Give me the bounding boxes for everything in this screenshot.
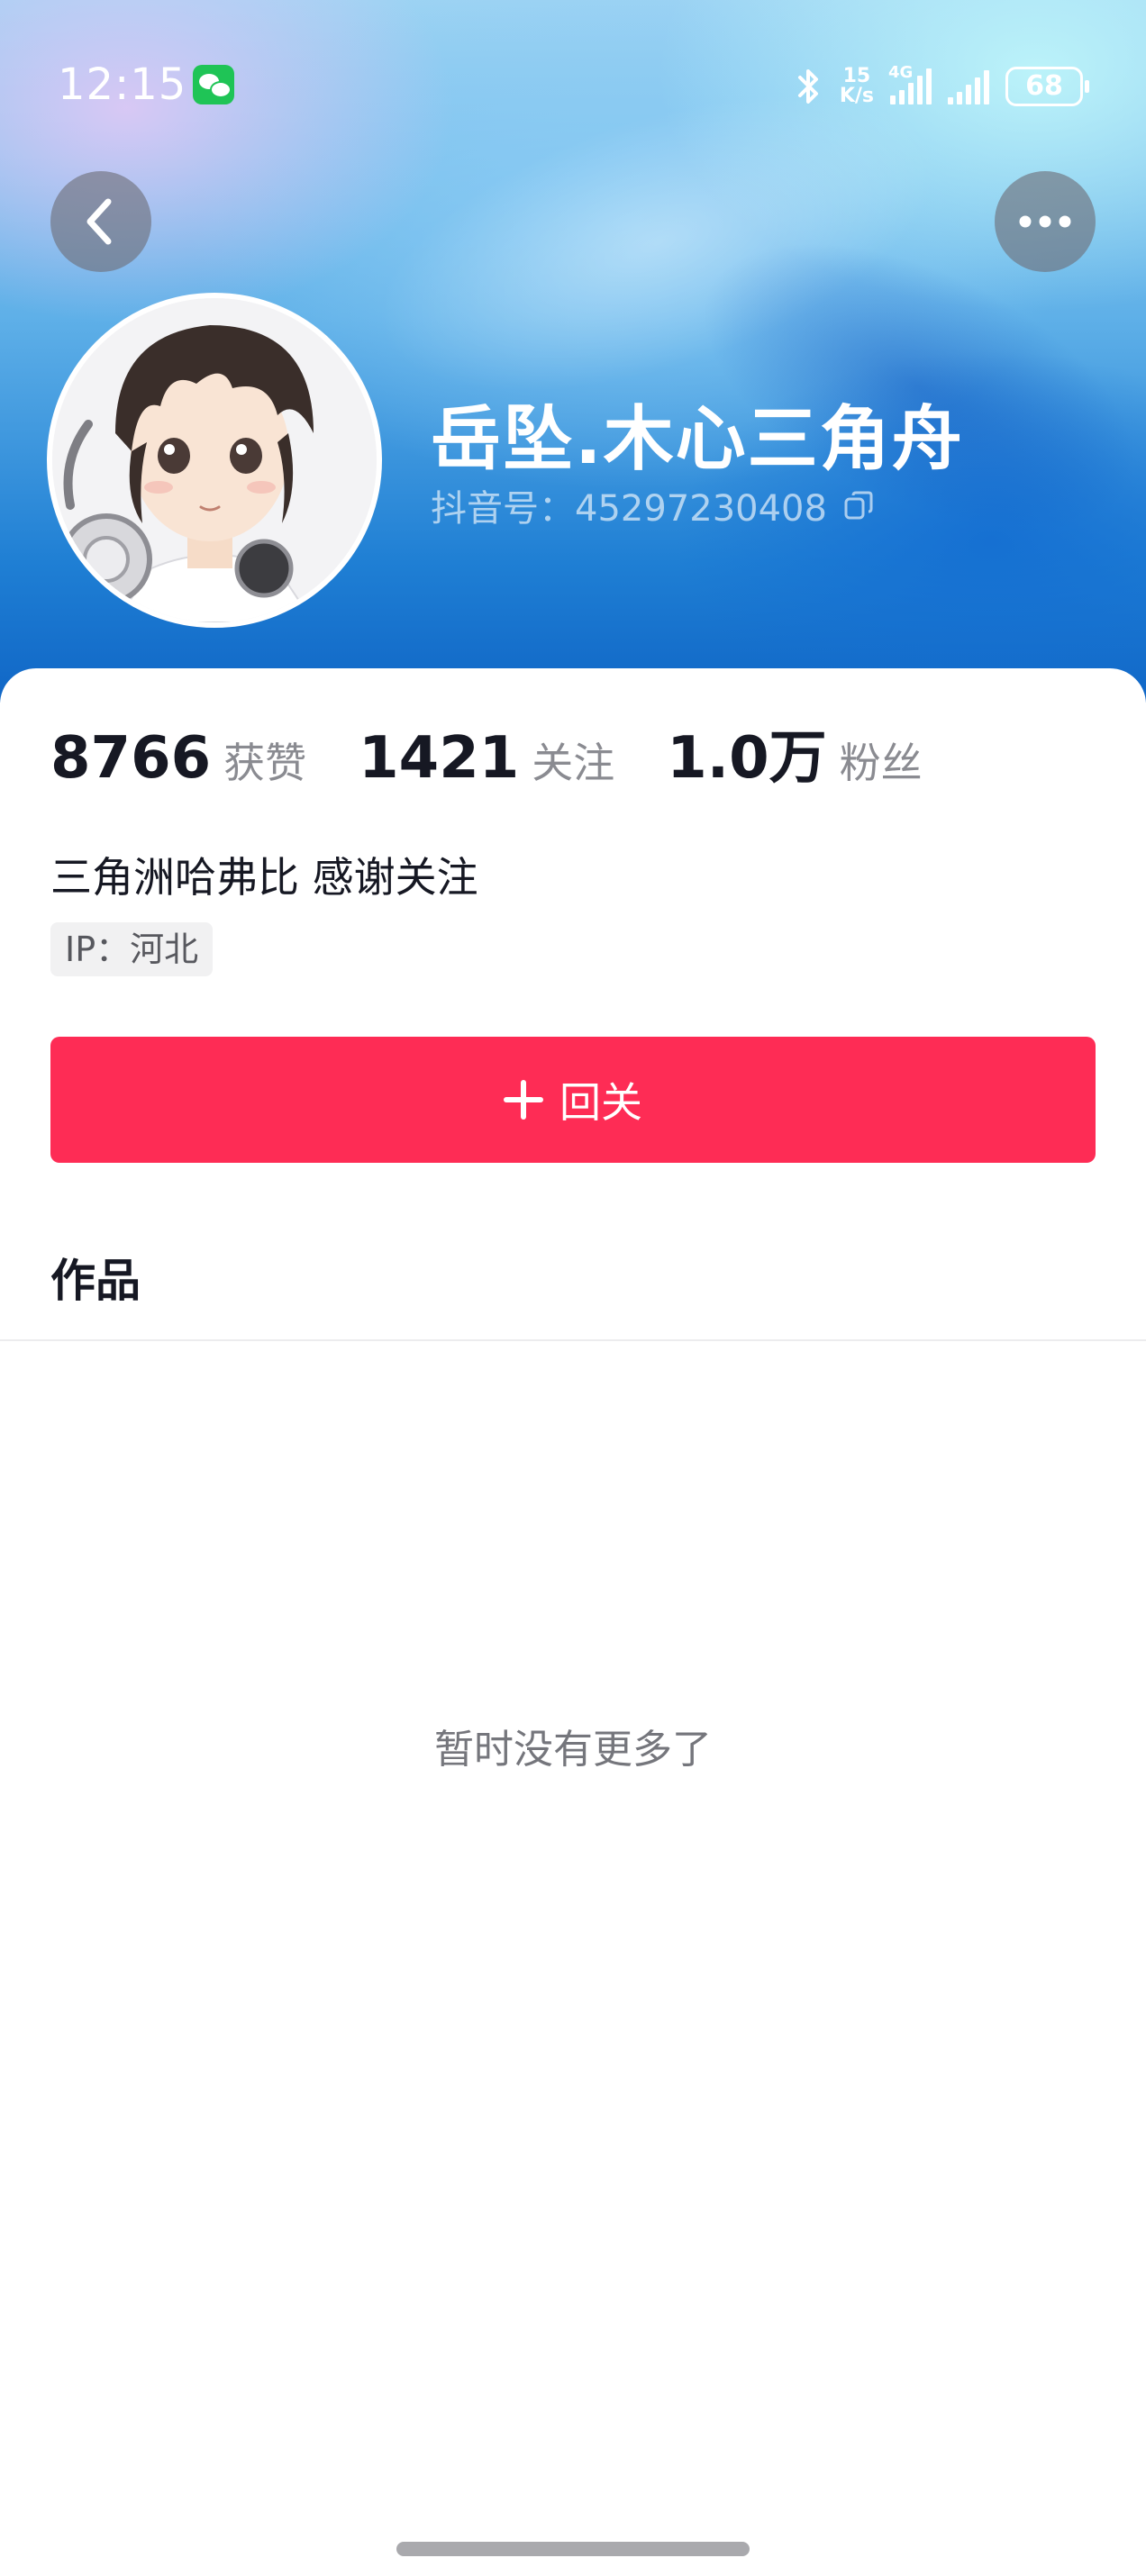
divider bbox=[0, 1339, 1146, 1341]
stat-label: 获赞 bbox=[223, 739, 307, 787]
more-dots-icon bbox=[1019, 215, 1071, 228]
stat-value: 1421 bbox=[359, 725, 520, 792]
wechat-icon bbox=[193, 65, 234, 104]
stat-label: 粉丝 bbox=[839, 739, 923, 787]
follow-back-label: 回关 bbox=[559, 1078, 642, 1127]
username: 岳坠.木心三角舟 bbox=[431, 399, 964, 480]
bio-text: 三角洲哈弗比 感谢关注 bbox=[50, 853, 478, 902]
stat-followers[interactable]: 1.0万 粉丝 bbox=[667, 712, 922, 794]
stat-following[interactable]: 1421 关注 bbox=[359, 725, 614, 792]
network-speed: 15 K/s bbox=[839, 65, 874, 107]
status-bar: 12:15 15 K/s 4G 68 bbox=[0, 54, 1146, 117]
status-time: 12:15 bbox=[58, 59, 187, 110]
stat-label: 关注 bbox=[532, 739, 615, 787]
copy-icon[interactable] bbox=[843, 490, 874, 521]
ip-location-tag: IP：河北 bbox=[50, 922, 214, 976]
bluetooth-icon bbox=[793, 65, 823, 108]
battery-icon: 68 bbox=[1005, 67, 1089, 106]
chevron-left-icon bbox=[86, 198, 112, 245]
douyin-id-text: 抖音号：45297230408 bbox=[431, 488, 827, 530]
home-indicator[interactable] bbox=[396, 2542, 750, 2556]
stat-likes[interactable]: 8766 获赞 bbox=[50, 725, 306, 792]
douyin-id[interactable]: 抖音号：45297230408 bbox=[431, 479, 874, 531]
avatar-illustration bbox=[52, 298, 377, 622]
stat-value: 8766 bbox=[50, 725, 212, 792]
plus-icon bbox=[504, 1080, 543, 1120]
empty-state-text: 暂时没有更多了 bbox=[434, 1727, 712, 1773]
signal-icon bbox=[948, 68, 989, 104]
back-button[interactable] bbox=[50, 171, 151, 272]
signal-4g-icon: 4G bbox=[888, 63, 932, 104]
avatar[interactable] bbox=[47, 293, 382, 628]
stat-value: 1.0万 bbox=[667, 725, 827, 792]
tab-works[interactable]: 作品 bbox=[50, 1245, 141, 1310]
more-button[interactable] bbox=[995, 171, 1096, 272]
follow-back-button[interactable]: 回关 bbox=[50, 1037, 1096, 1163]
stats-row: 8766 获赞 1421 关注 1.0万 粉丝 bbox=[50, 712, 923, 794]
